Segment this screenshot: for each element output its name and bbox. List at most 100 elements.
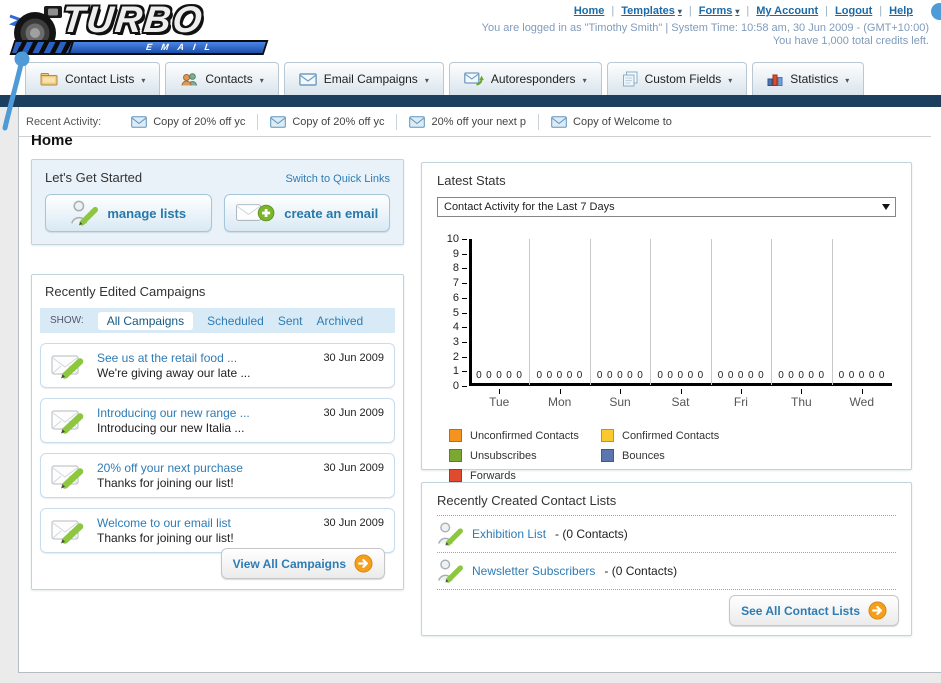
recent-activity-item[interactable]: Copy of Welcome to <box>539 116 684 128</box>
separator: | <box>746 5 750 17</box>
button-label: See All Contact Lists <box>741 603 860 618</box>
campaign-date: 30 Jun 2009 <box>323 517 384 529</box>
panel-title: Recently Created Contact Lists <box>437 493 617 508</box>
help-bubble-icon[interactable] <box>931 3 941 20</box>
arrow-circle-icon <box>354 554 373 573</box>
legend-label: Confirmed Contacts <box>622 429 720 442</box>
lets-get-started-panel: Let's Get Started Switch to Quick Links … <box>31 159 404 245</box>
contact-list-link[interactable]: Newsletter Subscribers <box>472 564 595 578</box>
campaign-subtitle: Thanks for joining our list! <box>97 475 234 490</box>
envelope-icon <box>131 116 147 128</box>
create-email-button[interactable]: create an email <box>223 194 390 232</box>
nav-link-my-account[interactable]: My Account <box>756 5 818 17</box>
stats-period-select[interactable]: Contact Activity for the Last 7 Days <box>437 197 896 217</box>
nav-link-home[interactable]: Home <box>574 5 605 17</box>
contact-list-row: Exhibition List - (0 Contacts) <box>437 515 896 552</box>
envelope-pencil-icon <box>51 352 87 380</box>
filter-sent[interactable]: Sent <box>278 314 303 328</box>
login-info: You are logged in as "Timothy Smith" | S… <box>481 22 929 34</box>
separator: | <box>825 5 829 17</box>
tab-label: Autoresponders <box>490 72 576 86</box>
envelope-icon <box>270 116 286 128</box>
page-title: Home <box>31 132 73 149</box>
see-all-contact-lists-button[interactable]: See All Contact Lists <box>729 595 899 626</box>
person-pencil-icon <box>437 558 463 584</box>
contact-activity-chart: 0 1 2 3 4 5 6 7 8 9 10 0 0 0 0 0 Tue 0 0 0 0 0 Mon 0 0 0 0 0 Sun 0 0 0 0… <box>437 233 896 415</box>
arrow-circle-icon <box>868 601 887 620</box>
bar-chart-icon <box>767 72 783 86</box>
campaign-date: 30 Jun 2009 <box>323 352 384 364</box>
legend-item: Forwards <box>449 469 601 482</box>
switch-quick-links-link[interactable]: Switch to Quick Links <box>285 173 390 185</box>
panel-title: Recently Edited Campaigns <box>45 284 206 299</box>
contact-list-link[interactable]: Exhibition List <box>472 527 546 541</box>
campaign-subtitle: We're giving away our late ... <box>97 365 251 380</box>
envelope-pencil-icon <box>51 517 87 545</box>
contact-list-row: Newsletter Subscribers - (0 Contacts) <box>437 552 896 590</box>
recent-activity-item-label: Copy of 20% off yc <box>292 116 385 128</box>
tab-contacts[interactable]: Contacts <box>165 62 279 95</box>
separator: | <box>688 5 692 17</box>
legend-label: Unconfirmed Contacts <box>470 429 579 442</box>
campaign-title-link[interactable]: Introducing our new range ... <box>97 406 313 421</box>
chevron-down-icon <box>728 72 732 86</box>
recently-edited-campaigns-panel: Recently Edited Campaigns SHOW: All Camp… <box>31 274 404 590</box>
manage-lists-button[interactable]: manage lists <box>45 194 212 232</box>
chart-legend: Unconfirmed Contacts Confirmed Contacts … <box>449 429 896 489</box>
recent-activity-item[interactable]: Copy of 20% off yc <box>258 116 396 128</box>
logo-subtitle: EMAIL <box>67 40 269 55</box>
campaign-title-link[interactable]: Welcome to our email list <box>97 516 313 531</box>
tab-autoresponders[interactable]: Autoresponders <box>448 62 602 95</box>
campaign-title-link[interactable]: See us at the retail food ... <box>97 351 313 366</box>
recent-activity-item[interactable]: Copy of 20% off yc <box>119 116 257 128</box>
legend-swatch <box>601 429 614 442</box>
legend-swatch <box>449 469 462 482</box>
tab-label: Statistics <box>790 72 839 86</box>
filter-archived[interactable]: Archived <box>317 314 364 328</box>
tab-email-campaigns[interactable]: Email Campaigns <box>283 62 444 95</box>
recent-activity-item-label: Copy of 20% off yc <box>153 116 246 128</box>
campaign-date: 30 Jun 2009 <box>323 462 384 474</box>
nav-link-templates[interactable]: Templates <box>621 5 682 17</box>
latest-stats-panel: Latest Stats Contact Activity for the La… <box>421 162 912 482</box>
tab-statistics[interactable]: Statistics <box>752 62 865 95</box>
contact-list-count: - (0 Contacts) <box>555 527 628 541</box>
button-label: View All Campaigns <box>232 556 346 571</box>
header-nav: Home | Templates | Forms | My Account | … <box>574 5 913 17</box>
person-pencil-icon <box>70 199 98 227</box>
right-column: Latest Stats Contact Activity for the La… <box>421 162 912 636</box>
filter-scheduled[interactable]: Scheduled <box>207 314 264 328</box>
nav-link-help[interactable]: Help <box>889 5 913 17</box>
divider <box>19 136 931 137</box>
panel-title: Latest Stats <box>437 173 506 188</box>
nav-link-logout[interactable]: Logout <box>835 5 872 17</box>
separator: | <box>879 5 883 17</box>
filter-all-campaigns[interactable]: All Campaigns <box>97 311 194 330</box>
envelope-icon <box>299 73 317 86</box>
legend-swatch <box>449 449 462 462</box>
selected-option-label: Contact Activity for the Last 7 Days <box>444 201 615 213</box>
nav-link-label: Logout <box>835 5 873 17</box>
turbo-email-logo[interactable]: TURBO EMAIL <box>6 0 276 59</box>
tab-custom-fields[interactable]: Custom Fields <box>606 62 748 95</box>
envelope-pencil-icon <box>51 462 87 490</box>
legend-item: Unsubscribes <box>449 449 601 462</box>
navy-divider-bar <box>0 95 941 107</box>
legend-swatch <box>449 429 462 442</box>
chevron-down-icon <box>735 5 739 17</box>
campaign-filter-bar: SHOW: All Campaigns Scheduled Sent Archi… <box>40 308 395 333</box>
recent-activity-item[interactable]: 20% off your next p <box>397 116 538 128</box>
folder-icon <box>40 72 58 86</box>
tab-contact-lists[interactable]: Contact Lists <box>25 62 161 95</box>
envelope-icon <box>409 116 425 128</box>
nav-link-label: My Account <box>756 5 819 17</box>
credits-info: You have 1,000 total credits left. <box>772 35 929 47</box>
recently-created-contact-lists-panel: Recently Created Contact Lists Exhibitio… <box>421 482 912 636</box>
campaign-title-link[interactable]: 20% off your next purchase <box>97 461 313 476</box>
chevron-down-icon <box>678 5 682 17</box>
campaign-subtitle: Introducing our new Italia ... <box>97 420 245 435</box>
antenna-decoration <box>2 51 30 131</box>
legend-swatch <box>601 449 614 462</box>
view-all-campaigns-button[interactable]: View All Campaigns <box>220 548 385 579</box>
nav-link-forms[interactable]: Forms <box>699 5 740 17</box>
